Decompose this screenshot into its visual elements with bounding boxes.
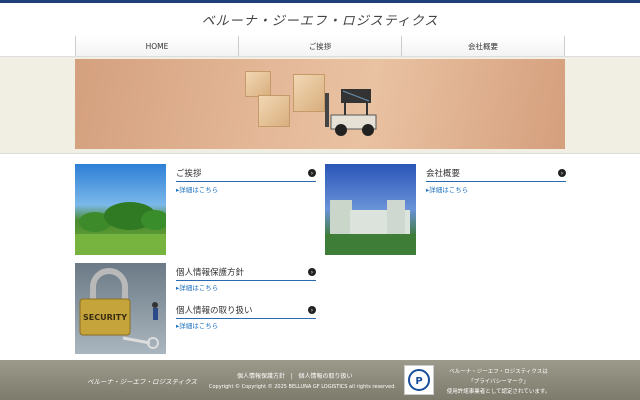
- privacy-policy-detail-link-text: 詳細はこちら: [179, 284, 219, 292]
- copyright: Copyright © Copyright © 2025 BELLUNA GF …: [209, 384, 396, 390]
- privacy-mark-text: ベルーナ・ジーエフ・ロジスティクスは 「プライバシーマーク」 使用許諾事業者とし…: [441, 367, 556, 397]
- privacy-mark-icon: P: [408, 369, 430, 391]
- padlock-image: SECURITY: [79, 268, 159, 349]
- security-thumbnail[interactable]: SECURITY: [75, 263, 166, 354]
- privacy-mark-logo[interactable]: P: [404, 365, 434, 395]
- privacy-policy-detail-link[interactable]: ▸詳細はこちら: [176, 282, 218, 292]
- footer-privacy-policy-link[interactable]: 個人情報保護方針: [237, 373, 285, 380]
- greeting-title-text: ご挨拶: [176, 169, 202, 179]
- company-detail-link[interactable]: ▸詳細はこちら: [426, 184, 468, 194]
- wood-cube: [245, 71, 271, 97]
- greeting-title[interactable]: ご挨拶 ›: [176, 167, 316, 182]
- footer-links: 個人情報保護方針 | 個人情報の取り扱い: [237, 371, 353, 380]
- trees-image: [75, 202, 166, 255]
- site-header: ベルーナ・ジーエフ・ロジスティクス: [0, 3, 640, 35]
- arrow-right-icon[interactable]: ›: [308, 169, 316, 177]
- arrow-right-icon[interactable]: ›: [308, 306, 316, 314]
- privacy-policy-title-text: 個人情報保護方針: [176, 268, 245, 278]
- site-title[interactable]: ベルーナ・ジーエフ・ロジスティクス: [202, 10, 439, 29]
- arrow-right-icon[interactable]: ›: [558, 169, 566, 177]
- wood-cube: [258, 95, 290, 127]
- nav-item-company[interactable]: 会社概要: [402, 36, 565, 56]
- main-nav: HOME ご挨拶 会社概要: [75, 36, 565, 56]
- privacy-handling-title-text: 個人情報の取り扱い: [176, 306, 253, 316]
- privacy-mark-line1: ベルーナ・ジーエフ・ロジスティクスは: [449, 369, 548, 375]
- wood-cube: [293, 74, 325, 112]
- company-title-text: 会社概要: [426, 169, 461, 179]
- arrow-right-icon[interactable]: ›: [308, 268, 316, 276]
- nav-item-home[interactable]: HOME: [76, 36, 239, 56]
- nav-item-greeting[interactable]: ご挨拶: [239, 36, 402, 56]
- company-detail-link-text: 詳細はこちら: [429, 186, 469, 194]
- footer-company-name: ベルーナ・ジーエフ・ロジスティクス: [87, 378, 197, 386]
- building-image: [325, 200, 416, 255]
- security-label: SECURITY: [83, 313, 127, 322]
- footer-privacy-handling-link[interactable]: 個人情報の取り扱い: [299, 373, 353, 380]
- privacy-mark-line2: 「プライバシーマーク」: [468, 379, 529, 385]
- forklift-icon: [325, 89, 377, 136]
- privacy-handling-detail-link-text: 詳細はこちら: [179, 322, 219, 330]
- privacy-handling-title[interactable]: 個人情報の取り扱い ›: [176, 304, 316, 319]
- svg-text:P: P: [415, 376, 422, 387]
- company-title[interactable]: 会社概要 ›: [426, 167, 566, 182]
- hero-banner-image: [75, 59, 565, 149]
- site-footer: ベルーナ・ジーエフ・ロジスティクス 個人情報保護方針 | 個人情報の取り扱い C…: [0, 360, 640, 400]
- privacy-mark-line3: 使用許諾事業者として認定されています。: [446, 389, 551, 395]
- footer-separator: |: [290, 373, 293, 380]
- greeting-thumbnail[interactable]: [75, 164, 166, 255]
- company-thumbnail[interactable]: [325, 164, 416, 255]
- privacy-policy-title[interactable]: 個人情報保護方針 ›: [176, 266, 316, 281]
- privacy-handling-detail-link[interactable]: ▸詳細はこちら: [176, 320, 218, 330]
- greeting-detail-link[interactable]: ▸詳細はこちら: [176, 184, 218, 194]
- greeting-detail-link-text: 詳細はこちら: [179, 186, 219, 194]
